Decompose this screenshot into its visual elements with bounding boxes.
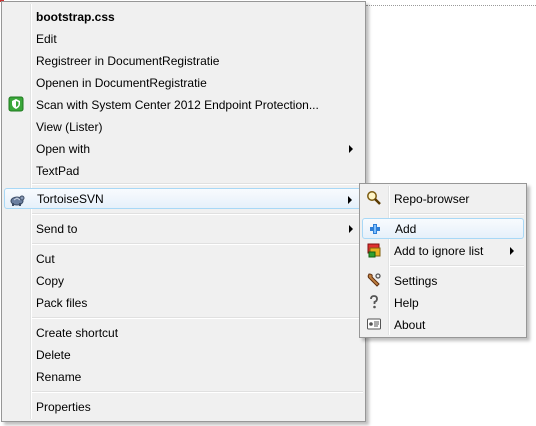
menu-item-label: Copy [36,274,65,288]
submenu-item-repo-browser[interactable]: Repo-browser [362,188,524,209]
menu-item-label: Registreer in DocumentRegistratie [36,54,220,68]
menu-item-label: Edit [36,32,57,46]
menu-item-label: Add [395,222,417,236]
tortoise-icon [10,195,25,206]
menu-separator [32,391,363,393]
submenu-arrow-icon [349,225,353,233]
menu-item-send-to[interactable]: Send to [4,218,363,239]
submenu-arrow-icon [349,145,353,153]
menu-item-label: Settings [394,274,438,288]
menu-item-edit[interactable]: Edit [4,28,363,49]
menu-item-rename[interactable]: Rename [4,366,363,387]
menu-separator [32,243,363,245]
submenu-item-about[interactable]: About [362,314,524,335]
menu-item-tortoisesvn[interactable]: TortoiseSVN [4,188,363,209]
menu-item-label: Delete [36,348,71,362]
menu-item-label: Add to ignore list [394,244,484,258]
submenu-item-help[interactable]: Help [362,292,524,313]
menu-separator [32,213,363,215]
ignore-list-icon [367,243,381,258]
menu-item-properties[interactable]: Properties [4,396,363,417]
menu-item-label: Open with [36,142,91,156]
menu-item-openen[interactable]: Openen in DocumentRegistratie [4,72,363,93]
menu-item-pack-files[interactable]: Pack files [4,292,363,313]
menu-item-view[interactable]: View (Lister) [4,116,363,137]
menu-separator [390,265,524,267]
menu-item-label: Send to [36,222,78,236]
menu-item-label: TortoiseSVN [37,192,104,206]
plus-icon [370,224,380,234]
about-icon [367,318,381,330]
background-line [366,5,536,6]
menu-separator [32,183,363,185]
wrench-icon [367,273,381,287]
context-menu: bootstrap.css Edit Registreer in Documen… [1,1,366,422]
menu-item-registreer[interactable]: Registreer in DocumentRegistratie [4,50,363,71]
menu-item-bootstrap[interactable]: bootstrap.css [4,6,363,27]
submenu-arrow-icon [348,196,352,204]
menu-item-label: Scan with System Center 2012 Endpoint Pr… [36,98,319,112]
menu-item-label: Properties [36,400,91,414]
menu-item-delete[interactable]: Delete [4,344,363,365]
submenu-item-add-to-ignore-list[interactable]: Add to ignore list [362,240,524,261]
menu-item-cut[interactable]: Cut [4,248,363,269]
menu-item-label: Pack files [36,296,88,310]
menu-separator [32,317,363,319]
menu-item-label: Rename [36,370,82,384]
shield-icon [8,96,24,112]
submenu-item-add[interactable]: Add [362,218,524,239]
menu-item-open-with[interactable]: Open with [4,138,363,159]
menu-item-label: About [394,318,426,332]
menu-item-label: View (Lister) [36,120,103,134]
menu-item-textpad[interactable]: TextPad [4,160,363,181]
menu-item-label: bootstrap.css [36,10,115,24]
question-icon [370,295,378,309]
submenu-arrow-icon [510,247,514,255]
menu-item-copy[interactable]: Copy [4,270,363,291]
menu-item-label: Repo-browser [394,192,470,206]
magnifier-icon [367,191,381,205]
menu-item-scan[interactable]: Scan with System Center 2012 Endpoint Pr… [4,94,363,115]
submenu-item-settings[interactable]: Settings [362,270,524,291]
menu-item-label: Create shortcut [36,326,119,340]
menu-item-label: Cut [36,252,55,266]
menu-item-label: Help [394,296,419,310]
menu-item-create-shortcut[interactable]: Create shortcut [4,322,363,343]
menu-item-label: TextPad [36,164,80,178]
menu-item-label: Openen in DocumentRegistratie [36,76,207,90]
menu-separator [390,213,524,215]
tortoisesvn-submenu: Repo-browser Add Add to ignore list Sett… [359,183,527,338]
